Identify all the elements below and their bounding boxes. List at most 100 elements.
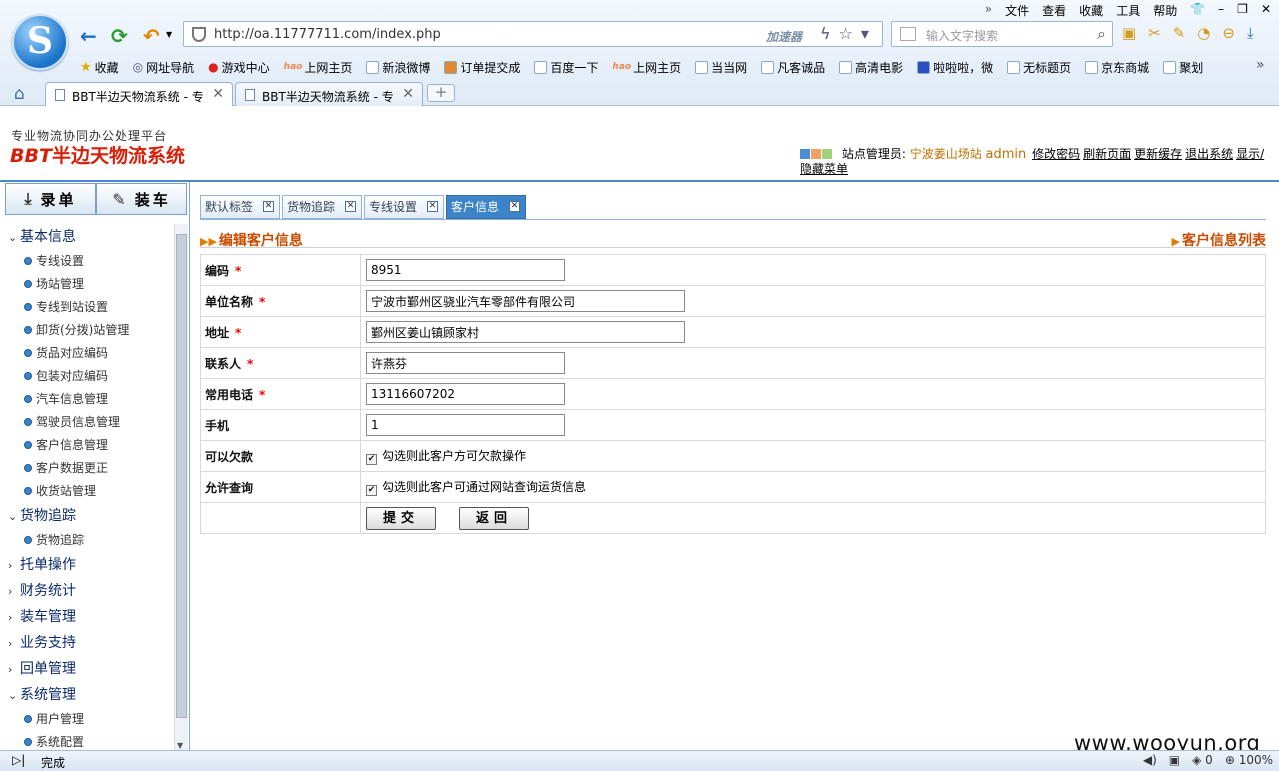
menu-group[interactable]: › 装车管理 bbox=[0, 604, 173, 630]
search-engine-icon[interactable] bbox=[900, 27, 916, 41]
browser-tab-active[interactable]: BBT半边天物流系统 - 专 ✕ bbox=[45, 82, 233, 106]
undo-dropdown-icon[interactable]: ▼ bbox=[166, 30, 172, 39]
menu-item[interactable]: 收货站管理 bbox=[0, 480, 173, 503]
sidebar-scrollbar[interactable]: ▼ bbox=[174, 224, 188, 750]
menu-view[interactable]: 查看 bbox=[1042, 2, 1066, 18]
menu-file[interactable]: 文件 bbox=[1005, 2, 1029, 18]
bookmark-item[interactable]: ◎ 网址导航 bbox=[133, 58, 195, 76]
credit-checkbox[interactable]: ✔ bbox=[366, 454, 377, 465]
change-password-link[interactable]: 修改密码 bbox=[1032, 147, 1080, 161]
mobile-input[interactable] bbox=[366, 414, 565, 436]
skin-icon[interactable]: 👕 bbox=[1190, 2, 1205, 18]
menu-group[interactable]: ⌄ 系统管理 bbox=[0, 682, 173, 708]
content-tab[interactable]: 专线设置 ✕ bbox=[364, 195, 445, 219]
theme-orange-swatch[interactable] bbox=[811, 149, 821, 159]
bookmark-item[interactable]: ★ 收藏 bbox=[80, 58, 119, 76]
tab-close-icon[interactable]: ✕ bbox=[212, 86, 224, 102]
content-tab[interactable]: 客户信息 ✕ bbox=[446, 195, 527, 219]
menu-group[interactable]: › 回单管理 bbox=[0, 656, 173, 682]
menu-item[interactable]: 专线到站设置 bbox=[0, 296, 173, 319]
bookmark-item[interactable]: hao 上网主页 bbox=[612, 58, 681, 76]
back-button[interactable]: 返回 bbox=[459, 506, 529, 530]
theme-green-swatch[interactable] bbox=[822, 149, 832, 159]
content-tab[interactable]: 货物追踪 ✕ bbox=[282, 195, 363, 219]
shield-icon[interactable]: ◈ 0 bbox=[1192, 753, 1213, 767]
load-button[interactable]: ✎ 装车 bbox=[96, 183, 187, 215]
network-icon[interactable]: ▣ bbox=[1169, 753, 1180, 767]
content-tab[interactable]: 默认标签 ✕ bbox=[200, 195, 281, 219]
sidebar-toggle-icon[interactable]: ▷| bbox=[12, 753, 25, 767]
address-url[interactable]: http://oa.11777711.com/index.php bbox=[214, 27, 441, 42]
new-tab-button[interactable]: + bbox=[427, 84, 455, 102]
bookmark-item[interactable]: 京东商城 bbox=[1085, 58, 1149, 76]
menu-group[interactable]: › 财务统计 bbox=[0, 578, 173, 604]
menu-group[interactable]: › 托单操作 bbox=[0, 552, 173, 578]
home-icon[interactable]: ⌂ bbox=[14, 84, 25, 104]
undo-icon[interactable]: ↶ bbox=[143, 24, 160, 48]
address-bar[interactable]: http://oa.11777711.com/index.php 加速器 ϟ☆▾ bbox=[183, 21, 883, 47]
bookmark-item[interactable]: 百度一下 bbox=[534, 58, 598, 76]
search-icon[interactable]: ⌕ bbox=[1097, 24, 1106, 44]
bookmark-item[interactable]: 当当网 bbox=[695, 58, 747, 76]
bookmark-item[interactable]: ● 游戏中心 bbox=[208, 58, 270, 76]
phone-input[interactable] bbox=[366, 383, 565, 405]
bookmark-item[interactable]: 新浪微博 bbox=[366, 58, 430, 76]
bookmark-item[interactable]: 高清电影 bbox=[839, 58, 903, 76]
query-checkbox[interactable]: ✔ bbox=[366, 485, 377, 496]
bookmark-item[interactable]: 聚划 bbox=[1163, 58, 1203, 76]
scroll-down-icon[interactable]: ▼ bbox=[177, 741, 183, 750]
menu-item[interactable]: 客户信息管理 bbox=[0, 434, 173, 457]
menu-more-icon[interactable]: » bbox=[985, 2, 992, 18]
toolbar-extension-icons[interactable]: ▣✂✎◔⊖⤓ bbox=[1122, 24, 1266, 42]
logout-link[interactable]: 退出系统 bbox=[1185, 147, 1233, 161]
bookmark-item[interactable]: hao 上网主页 bbox=[284, 58, 353, 76]
address-tools-icons[interactable]: ϟ☆▾ bbox=[820, 24, 877, 43]
browser-tab[interactable]: BBT半边天物流系统 - 专 ✕ bbox=[235, 82, 423, 106]
refresh-page-link[interactable]: 刷新页面 bbox=[1083, 147, 1131, 161]
scrollbar-thumb[interactable] bbox=[176, 234, 187, 718]
menu-item[interactable]: 驾驶员信息管理 bbox=[0, 411, 173, 434]
menu-item[interactable]: 汽车信息管理 bbox=[0, 388, 173, 411]
record-button[interactable]: ⤓ 录单 bbox=[5, 183, 96, 215]
tab-close-icon[interactable]: ✕ bbox=[402, 86, 414, 102]
theme-blue-swatch[interactable] bbox=[800, 149, 810, 159]
menu-item[interactable]: 货品对应编码 bbox=[0, 342, 173, 365]
menu-group[interactable]: ⌄ 货物追踪 bbox=[0, 503, 173, 529]
restore-icon[interactable]: ❐ bbox=[1237, 2, 1248, 18]
menu-item[interactable]: 货物追踪 bbox=[0, 529, 173, 552]
menu-help[interactable]: 帮助 bbox=[1153, 2, 1177, 18]
close-icon[interactable]: ✕ bbox=[1261, 2, 1271, 18]
refresh-icon[interactable]: ⟳ bbox=[111, 24, 128, 48]
code-input[interactable] bbox=[366, 259, 565, 281]
bookmark-item[interactable]: 无标题页 bbox=[1007, 58, 1071, 76]
tab-close-icon[interactable]: ✕ bbox=[345, 201, 357, 212]
menu-tools[interactable]: 工具 bbox=[1116, 2, 1140, 18]
browser-logo-icon[interactable] bbox=[12, 14, 68, 70]
menu-item[interactable]: 包装对应编码 bbox=[0, 365, 173, 388]
menu-group[interactable]: ⌄ 基本信息 bbox=[0, 224, 173, 250]
bookmarks-more-icon[interactable]: » bbox=[1256, 57, 1265, 73]
menu-item[interactable]: 场站管理 bbox=[0, 273, 173, 296]
zoom-icon[interactable]: ⊕ 100% bbox=[1225, 753, 1273, 767]
back-icon[interactable]: ← bbox=[80, 24, 97, 48]
menu-favorites[interactable]: 收藏 bbox=[1079, 2, 1103, 18]
volume-icon[interactable]: ◀) bbox=[1143, 753, 1157, 767]
minimize-icon[interactable]: – bbox=[1218, 2, 1224, 18]
contact-input[interactable] bbox=[366, 352, 565, 374]
submit-button[interactable]: 提交 bbox=[366, 506, 436, 530]
customer-list-link[interactable]: ▶ 客户信息列表 bbox=[1172, 230, 1266, 250]
accelerator-label[interactable]: 加速器 bbox=[766, 28, 802, 45]
bookmark-item[interactable]: 啦啦啦，微 bbox=[917, 58, 993, 76]
tab-close-icon[interactable]: ✕ bbox=[263, 201, 275, 212]
menu-item[interactable]: 专线设置 bbox=[0, 250, 173, 273]
menu-item[interactable]: 卸货(分拨)站管理 bbox=[0, 319, 173, 342]
bookmark-item[interactable]: 凡客诚品 bbox=[761, 58, 825, 76]
search-box[interactable]: 输入文字搜索 ⌕ bbox=[891, 21, 1113, 47]
search-placeholder[interactable]: 输入文字搜索 bbox=[926, 27, 998, 44]
menu-group[interactable]: › 业务支持 bbox=[0, 630, 173, 656]
company-input[interactable] bbox=[366, 290, 685, 312]
menu-item[interactable]: 客户数据更正 bbox=[0, 457, 173, 480]
update-cache-link[interactable]: 更新缓存 bbox=[1134, 147, 1182, 161]
tab-close-icon[interactable]: ✕ bbox=[427, 201, 439, 212]
menu-item[interactable]: 用户管理 bbox=[0, 708, 173, 731]
